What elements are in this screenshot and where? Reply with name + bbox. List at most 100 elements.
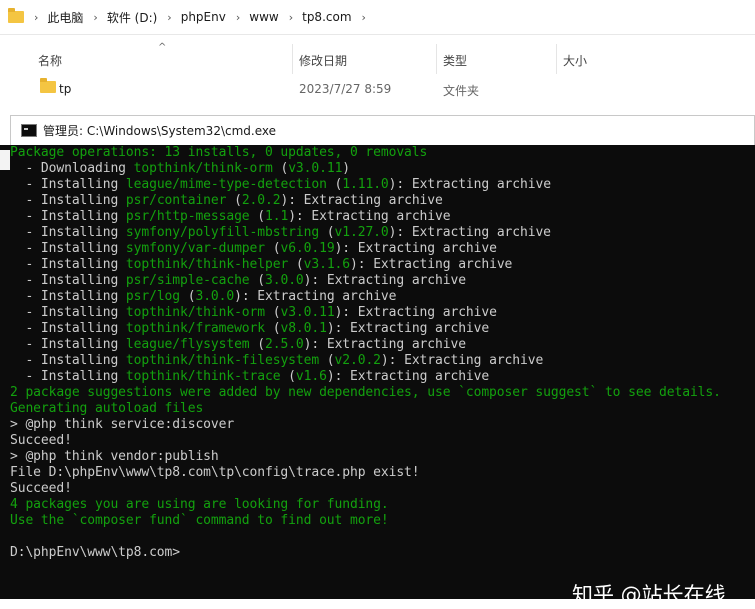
- terminal-lines: Package operations: 13 installs, 0 updat…: [10, 145, 721, 561]
- terminal-text-segment: (: [319, 353, 335, 368]
- terminal-text-segment: topthink/framework: [125, 321, 265, 336]
- file-type: 文件夹: [443, 84, 480, 98]
- chevron-right-icon[interactable]: ›: [167, 11, 171, 24]
- terminal-line: Generating autoload files: [10, 401, 721, 417]
- folder-icon: [8, 8, 24, 23]
- chevron-right-icon[interactable]: ›: [236, 11, 240, 24]
- terminal-text-segment: - Installing: [10, 177, 126, 192]
- terminal-line: - Installing psr/simple-cache (3.0.0): E…: [10, 273, 721, 289]
- breadcrumb-tp8[interactable]: tp8.com: [302, 10, 351, 24]
- terminal-text-segment: league/mime-type-detection: [125, 177, 327, 192]
- terminal-text-segment: - Installing: [10, 193, 126, 208]
- terminal-text-segment: v2.0.2: [334, 353, 381, 368]
- cmd-window: 管理员: C:\Windows\System32\cmd.exe Package…: [0, 115, 755, 607]
- terminal-text-segment: ): Extracting archive: [303, 273, 466, 288]
- terminal-line: - Installing league/mime-type-detection …: [10, 177, 721, 193]
- terminal-text-segment: - Installing: [10, 305, 126, 320]
- window-title: 管理员: C:\Windows\System32\cmd.exe: [43, 124, 276, 138]
- terminal-text-segment: (: [280, 369, 296, 384]
- terminal-text-segment: psr/container: [125, 193, 227, 208]
- terminal-text-segment: topthink/think-orm: [133, 161, 273, 176]
- terminal-text-segment: 3.0.0: [265, 273, 304, 288]
- address-bar[interactable]: › 此电脑 › 软件 (D:) › phpEnv › www › tp8.com…: [0, 0, 755, 34]
- terminal-text-segment: ): [342, 161, 351, 176]
- terminal-text-segment: - Installing: [10, 337, 126, 352]
- file-row[interactable]: tp 2023/7/27 8:59 文件夹: [0, 78, 755, 100]
- breadcrumb-this-pc[interactable]: 此电脑: [47, 9, 83, 26]
- terminal-text-segment: (: [249, 273, 266, 288]
- terminal-text-segment: (: [249, 209, 266, 224]
- terminal-line: Use the `composer fund` command to find …: [10, 513, 721, 529]
- terminal-line: - Installing topthink/think-filesystem (…: [10, 353, 721, 369]
- terminal-icon: [21, 124, 37, 137]
- terminal-text-segment: - Installing: [10, 321, 126, 336]
- terminal-text-segment: - Installing: [10, 209, 126, 224]
- terminal-text-segment: Use the `composer fund` command to find …: [10, 513, 389, 528]
- terminal-text-segment: Succeed!: [10, 433, 72, 448]
- terminal-text-segment: ): Extracting archive: [234, 289, 397, 304]
- terminal-text-segment: ): Extracting archive: [326, 369, 490, 384]
- terminal-text-segment: v3.0.11: [280, 305, 335, 320]
- column-type[interactable]: 类型: [443, 52, 467, 69]
- terminal-text-segment: (: [319, 225, 335, 240]
- terminal-text-segment: - Installing: [10, 369, 126, 384]
- terminal-line: - Installing topthink/think-helper (v3.1…: [10, 257, 721, 273]
- chevron-right-icon[interactable]: ›: [362, 11, 366, 24]
- terminal-line: File D:\phpEnv\www\tp8.com\tp\config\tra…: [10, 465, 721, 481]
- column-divider[interactable]: [436, 44, 437, 74]
- terminal-line: - Installing topthink/framework (v8.0.1)…: [10, 321, 721, 337]
- terminal-text-segment: ): Extracting archive: [388, 225, 551, 240]
- terminal-text-segment: psr/simple-cache: [125, 273, 250, 288]
- terminal-line: - Installing league/flysystem (2.5.0): E…: [10, 337, 721, 353]
- breadcrumb-drive-d[interactable]: 软件 (D:): [107, 9, 157, 26]
- cmd-title-bar[interactable]: 管理员: C:\Windows\System32\cmd.exe: [10, 115, 755, 145]
- terminal-text-segment: - Downloading: [10, 161, 134, 176]
- terminal-line: - Installing topthink/think-trace (v1.6)…: [10, 369, 721, 385]
- terminal-line: > @php think service:discover: [10, 417, 721, 433]
- breadcrumb-phpenv[interactable]: phpEnv: [181, 10, 226, 24]
- terminal-text-segment: v6.0.19: [280, 241, 335, 256]
- terminal-text-segment: - Installing: [10, 241, 126, 256]
- column-modified[interactable]: 修改日期: [299, 52, 347, 69]
- terminal-text-segment: ): Extracting archive: [388, 177, 551, 192]
- terminal-line: - Installing topthink/think-orm (v3.0.11…: [10, 305, 721, 321]
- terminal-text-segment: (: [272, 161, 289, 176]
- column-name[interactable]: 名称: [38, 52, 62, 69]
- terminal-text-segment: - Installing: [10, 289, 126, 304]
- terminal-text-segment: > @php think vendor:publish: [10, 449, 219, 464]
- terminal-output[interactable]: Package operations: 13 installs, 0 updat…: [0, 145, 755, 607]
- terminal-text-segment: topthink/think-helper: [125, 257, 289, 272]
- terminal-text-segment: 1.11.0: [342, 177, 389, 192]
- terminal-line: Succeed!: [10, 481, 721, 497]
- column-divider[interactable]: [292, 44, 293, 74]
- file-modified: 2023/7/27 8:59: [299, 82, 392, 96]
- terminal-text-segment: topthink/think-filesystem: [125, 353, 320, 368]
- file-name: tp: [59, 82, 72, 96]
- command-prompt[interactable]: D:\phpEnv\www\tp8.com>: [10, 545, 721, 561]
- column-divider[interactable]: [556, 44, 557, 74]
- terminal-text-segment: Generating autoload files: [10, 401, 204, 416]
- terminal-text-segment: (: [288, 257, 304, 272]
- sort-ascending-icon: ^: [158, 42, 167, 53]
- chevron-right-icon[interactable]: ›: [93, 11, 97, 24]
- terminal-line: - Installing psr/http-message (1.1): Ext…: [10, 209, 721, 225]
- terminal-text-segment: 1.1: [265, 209, 289, 224]
- terminal-text-segment: File D:\phpEnv\www\tp8.com\tp\config\tra…: [10, 465, 420, 480]
- terminal-line: Succeed!: [10, 433, 721, 449]
- terminal-text-segment: league/flysystem: [125, 337, 250, 352]
- terminal-text-segment: ): Extracting archive: [380, 353, 544, 368]
- terminal-text-segment: ): Extracting archive: [303, 337, 466, 352]
- terminal-text-segment: v3.0.11: [288, 161, 343, 176]
- terminal-text-segment: (: [265, 305, 281, 320]
- column-size[interactable]: 大小: [563, 52, 587, 69]
- terminal-text-segment: - Installing: [10, 225, 126, 240]
- watermark: 知乎 @站长在线: [572, 583, 726, 607]
- breadcrumb-www[interactable]: www: [249, 10, 278, 24]
- chevron-right-icon[interactable]: ›: [289, 11, 293, 24]
- terminal-text-segment: 2 package suggestions were added by new …: [10, 385, 721, 400]
- terminal-line: - Installing psr/log (3.0.0): Extracting…: [10, 289, 721, 305]
- terminal-text-segment: v8.0.1: [280, 321, 327, 336]
- chevron-right-icon: ›: [34, 10, 39, 24]
- terminal-text-segment: Package operations: 13 installs, 0 updat…: [10, 145, 428, 160]
